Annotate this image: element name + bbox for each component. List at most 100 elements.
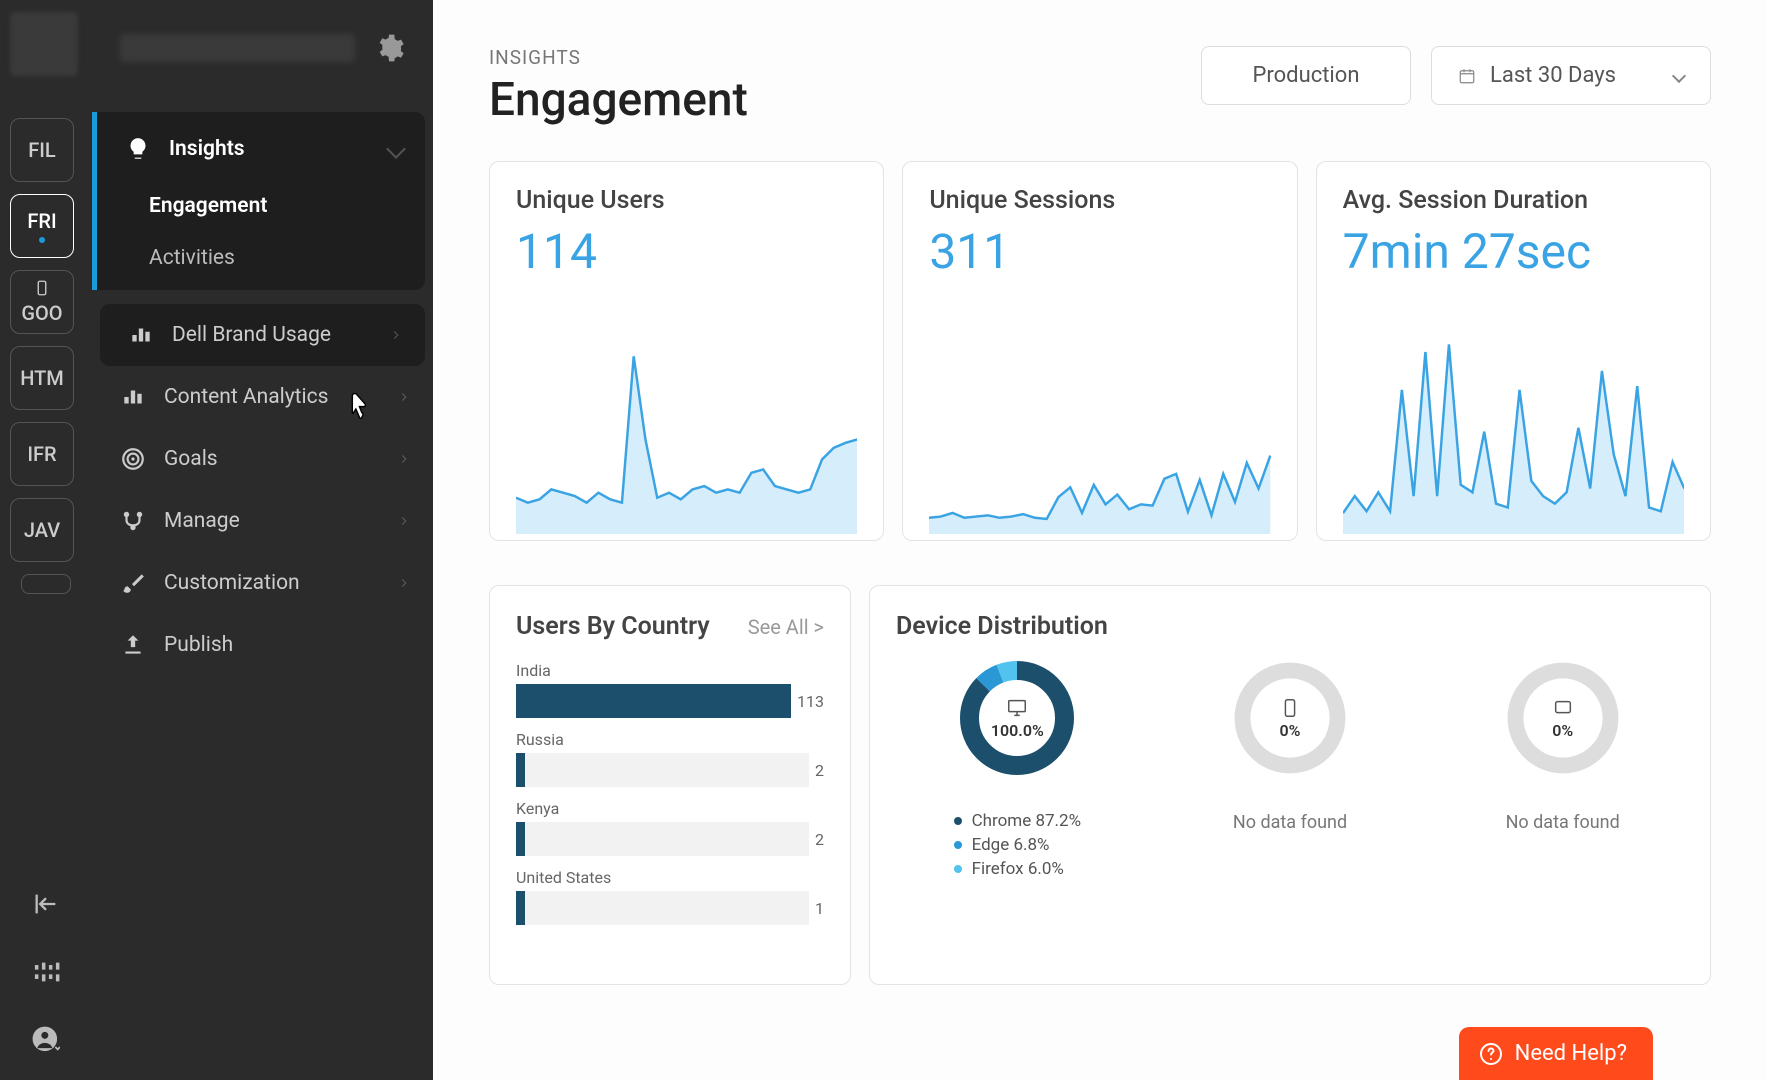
settings-gear-icon[interactable]	[373, 32, 405, 64]
card-unique-users: Unique Users 114	[489, 161, 884, 541]
country-bar: 1	[516, 891, 824, 925]
country-row: Russia 2	[516, 730, 824, 787]
chevron-right-icon	[397, 576, 411, 590]
country-value: 1	[815, 899, 824, 918]
country-bar: 113	[516, 684, 824, 718]
nav-label: Content Analytics	[164, 385, 329, 409]
page-header: INSIGHTS Engagement Production Last 30 D…	[489, 46, 1711, 127]
country-bar: 2	[516, 822, 824, 856]
page-title: Engagement	[489, 73, 748, 127]
panel-device-distribution: Device Distribution 100.0% Chrome 87.2%E…	[869, 585, 1711, 985]
country-name: United States	[516, 868, 824, 887]
target-icon	[120, 446, 146, 472]
rail-tab-fri[interactable]: FRI	[10, 194, 74, 258]
country-name: Kenya	[516, 799, 824, 818]
country-bars: India 113Russia 2Kenya 2United States 1	[516, 661, 824, 925]
country-value: 2	[815, 761, 824, 780]
card-avg-session-duration: Avg. Session Duration 7min 27sec	[1316, 161, 1711, 541]
country-row: Kenya 2	[516, 799, 824, 856]
nav-item-manage[interactable]: Manage	[92, 490, 433, 552]
card-value: 7min 27sec	[1343, 223, 1684, 280]
environment-selector[interactable]: Production	[1201, 46, 1411, 105]
logo-placeholder	[10, 12, 78, 76]
nav-label: Dell Brand Usage	[172, 323, 331, 347]
calendar-icon	[1458, 67, 1476, 85]
bulb-icon	[125, 136, 151, 162]
nav-item-publish[interactable]: Publish	[92, 614, 433, 676]
card-value: 114	[516, 223, 857, 280]
chevron-right-icon	[397, 390, 411, 404]
nav-sub-engagement[interactable]: Engagement	[97, 180, 425, 232]
rail-tab-htm[interactable]: HTM	[10, 346, 74, 410]
see-all-link[interactable]: See All >	[748, 615, 824, 639]
card-title: Avg. Session Duration	[1343, 186, 1684, 215]
card-title: Unique Users	[516, 186, 857, 215]
nav-label: Insights	[169, 137, 245, 161]
bar-chart-icon	[120, 384, 146, 410]
nav-sub-activities[interactable]: Activities	[97, 232, 425, 284]
bar-chart-icon	[128, 322, 154, 348]
card-title: Unique Sessions	[929, 186, 1270, 215]
metric-cards-row: Unique Users 114 Unique Sessions 311 Avg…	[489, 161, 1711, 541]
workspace-name-placeholder	[120, 34, 355, 62]
browser-legend: Chrome 87.2%Edge 6.8%Firefox 6.0%	[954, 811, 1081, 883]
panel-users-by-country: Users By Country See All > India 113Russ…	[489, 585, 851, 985]
sparkline-unique-sessions	[929, 310, 1270, 540]
nav: Insights Engagement Activities Dell Bran…	[92, 96, 433, 686]
sidebar-header	[92, 0, 433, 96]
sparkline-unique-users	[516, 310, 857, 540]
nav-label: Publish	[164, 633, 233, 657]
nav-group-insights: Insights Engagement Activities	[92, 112, 425, 290]
user-account-icon[interactable]	[26, 1020, 66, 1060]
country-value: 2	[815, 830, 824, 849]
no-data-text: No data found	[1233, 811, 1347, 834]
rail-tab-goo[interactable]: GOO	[10, 270, 74, 334]
date-range-selector[interactable]: Last 30 Days	[1431, 46, 1711, 105]
no-data-text: No data found	[1506, 811, 1620, 834]
rail-tab-fil[interactable]: FIL	[10, 118, 74, 182]
nav-label: Manage	[164, 509, 240, 533]
country-name: India	[516, 661, 824, 680]
branch-icon	[120, 508, 146, 534]
desktop-icon	[1006, 697, 1028, 719]
chevron-down-icon	[386, 139, 406, 159]
sidebar: Insights Engagement Activities Dell Bran…	[92, 0, 433, 1080]
brush-icon	[120, 570, 146, 596]
nav-label: Goals	[164, 447, 218, 471]
nav-item-customization[interactable]: Customization	[92, 552, 433, 614]
country-name: Russia	[516, 730, 824, 749]
country-value: 113	[797, 692, 824, 711]
nav-item-goals[interactable]: Goals	[92, 428, 433, 490]
card-unique-sessions: Unique Sessions 311	[902, 161, 1297, 541]
equalizer-icon[interactable]	[26, 952, 66, 992]
country-row: India 113	[516, 661, 824, 718]
nav-item-insights[interactable]: Insights	[97, 118, 425, 180]
nav-item-dell-brand-usage[interactable]: Dell Brand Usage	[100, 304, 425, 366]
country-bar: 2	[516, 753, 824, 787]
country-row: United States 1	[516, 868, 824, 925]
nav-item-content-analytics[interactable]: Content Analytics	[92, 366, 433, 428]
mini-rail: FIL FRI GOO HTM IFR JAV	[0, 0, 92, 1080]
rail-tab-ifr[interactable]: IFR	[10, 422, 74, 486]
chevron-right-icon	[397, 452, 411, 466]
lower-panels-row: Users By Country See All > India 113Russ…	[489, 585, 1711, 985]
panel-title: Device Distribution	[896, 612, 1108, 641]
donut-tablet: 0% No data found	[1441, 661, 1684, 883]
mobile-icon	[1279, 697, 1301, 719]
donut-desktop: 100.0% Chrome 87.2%Edge 6.8%Firefox 6.0%	[896, 661, 1139, 883]
card-value: 311	[929, 223, 1270, 280]
upload-icon	[120, 632, 146, 658]
nav-label: Customization	[164, 571, 300, 595]
chevron-right-icon	[397, 514, 411, 528]
donut-mobile: 0% No data found	[1169, 661, 1412, 883]
need-help-button[interactable]: Need Help?	[1459, 1027, 1653, 1080]
sparkline-avg-duration	[1343, 310, 1684, 540]
rail-tab-jav[interactable]: JAV	[10, 498, 74, 562]
collapse-icon[interactable]	[26, 884, 66, 924]
legend-item: Edge 6.8%	[954, 835, 1081, 855]
question-circle-icon	[1479, 1042, 1503, 1066]
legend-item: Chrome 87.2%	[954, 811, 1081, 831]
chevron-down-icon	[1672, 68, 1686, 82]
main-content: INSIGHTS Engagement Production Last 30 D…	[433, 0, 1767, 1080]
breadcrumb: INSIGHTS	[489, 46, 748, 69]
